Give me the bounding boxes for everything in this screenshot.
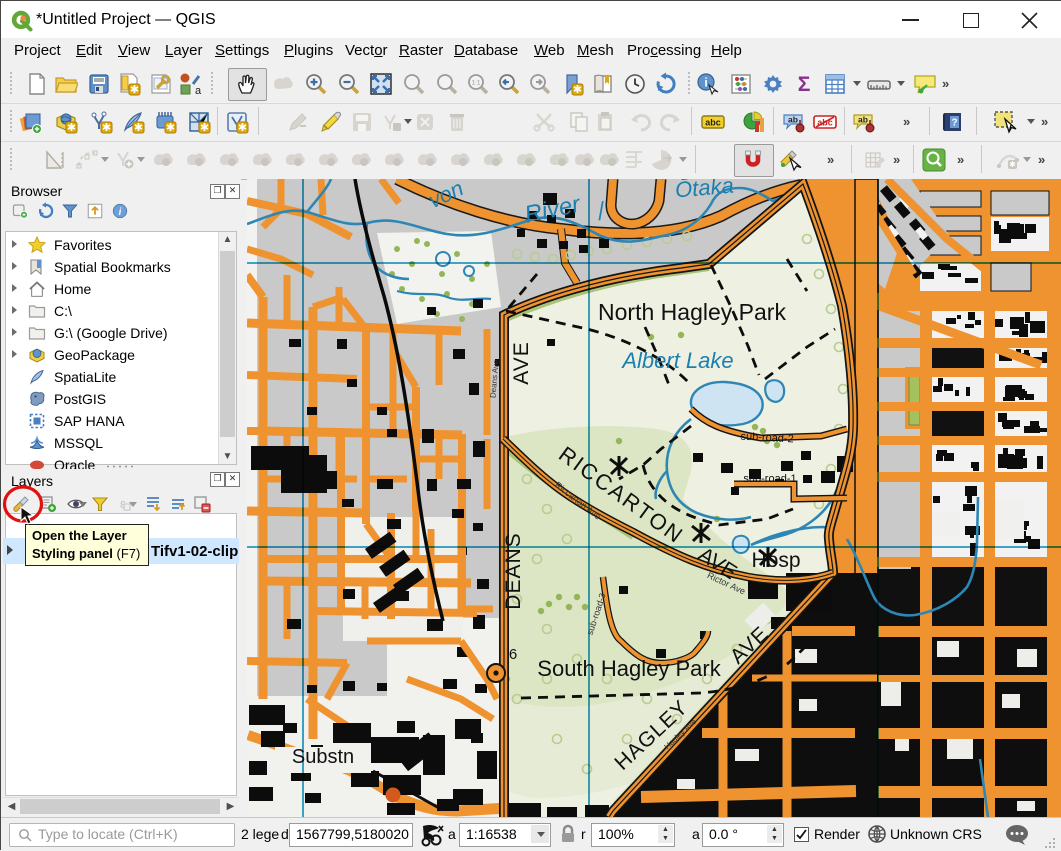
svg-text:Hosp: Hosp — [751, 549, 800, 572]
svg-text:✱: ✱ — [573, 84, 582, 96]
svg-text:ab: ab — [858, 115, 868, 125]
svg-text:DEANS: DEANS — [502, 532, 525, 609]
svg-text:Substn: Substn — [292, 746, 354, 768]
svg-text:✱: ✱ — [67, 122, 76, 134]
svg-text:North Hagley Park: North Hagley Park — [598, 299, 786, 325]
svg-text:✱: ✱ — [200, 122, 209, 134]
svg-text:Albert Lake: Albert Lake — [620, 348, 733, 373]
svg-text:✱: ✱ — [238, 122, 247, 134]
svg-text:AVE: AVE — [510, 341, 533, 384]
svg-text:sub-road-1: sub-road-1 — [743, 473, 796, 485]
svg-text:✱: ✱ — [102, 122, 111, 134]
svg-text:✱: ✱ — [1009, 160, 1016, 169]
svg-text:i: i — [704, 76, 707, 90]
svg-text:Σ: Σ — [798, 73, 811, 96]
svg-text:?: ? — [951, 118, 957, 129]
svg-text:South Hagley Park: South Hagley Park — [537, 656, 721, 681]
svg-text:ab: ab — [788, 115, 798, 125]
svg-text:1:1: 1:1 — [471, 80, 480, 87]
svg-text:a: a — [195, 85, 202, 96]
svg-text:6: 6 — [509, 646, 517, 663]
svg-text:abc: abc — [705, 118, 721, 128]
svg-text:✱: ✱ — [134, 122, 143, 134]
svg-text:i: i — [119, 207, 122, 218]
svg-text:✱: ✱ — [166, 122, 175, 134]
svg-text:✱: ✱ — [130, 84, 139, 96]
